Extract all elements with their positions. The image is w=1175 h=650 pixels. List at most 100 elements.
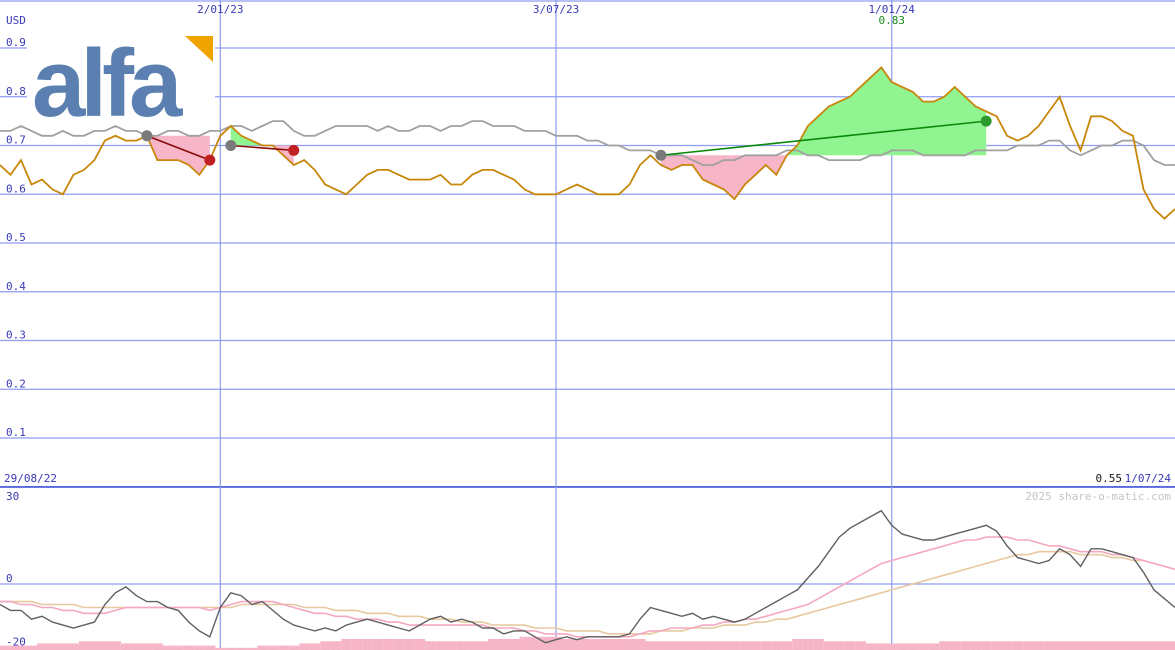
y-tick-label: 0.7 [6,134,26,147]
volume-bar [1096,641,1108,650]
volume-bar [718,641,730,650]
volume-bar [446,641,457,650]
volume-bar [1054,641,1066,650]
volume-bar [750,641,761,650]
volume-bar [120,643,132,650]
volume-bar [152,643,163,650]
volume-bar [603,639,614,650]
y-tick-label: 0.1 [6,426,26,439]
volume-bar [645,641,656,650]
volume-bar [1128,641,1139,650]
volume-bar [383,639,394,650]
y-tick-label: 0.3 [6,329,26,342]
volume-bar [676,641,688,650]
y-tick-label: 0.2 [6,377,26,390]
volume-bar [1159,641,1171,650]
volume-bar [351,639,363,650]
volume-bar [26,645,37,650]
trade-exit-marker [980,115,992,127]
volume-bar [509,639,520,650]
volume-bar [78,641,90,650]
volume-bar [960,641,971,650]
trade-entry-marker [225,140,237,151]
volume-bar [708,641,719,650]
currency-label: USD [6,14,26,27]
volume-bar [981,641,992,650]
chart-root: USD 29/08/22 1/07/24 0.55 0.83 2025 shar… [0,0,1175,650]
volume-bar [99,641,111,650]
end-date-label: 1/07/24 [1125,472,1172,485]
volume-bar [739,641,751,650]
volume-bar [781,641,793,650]
volume-bar [89,641,100,650]
volume-bar [760,641,772,650]
volume-bar [802,639,814,650]
volume-bar [257,645,268,650]
volume-bar [162,645,174,650]
volume-bar [488,639,499,650]
trade-exit-marker [288,144,300,156]
volume-bar [47,643,58,650]
volume-bar [1033,641,1045,650]
volume-bar [865,643,877,650]
start-date-label: 29/08/22 [4,472,57,485]
volume-bar [897,643,908,650]
oscillator-panel [0,509,1175,650]
volume-bar [467,641,478,650]
volume-bar [456,641,468,650]
volume-bar [1023,641,1034,650]
volume-bar [655,641,667,650]
volume-bar [813,639,824,650]
volume-bar [540,636,552,650]
volume-bar [1138,641,1150,650]
volume-bar [771,641,782,650]
osc-y-tick-label: 30 [6,490,19,503]
volume-bar [687,641,698,650]
volume-bar [320,641,331,650]
volume-bar [519,636,531,650]
volume-bar [666,641,677,650]
volume-bar [477,641,489,650]
x-tick-label: 1/01/24 [869,3,916,16]
volume-bar [330,641,342,650]
volume-bar [36,643,48,650]
volume-bar [1170,641,1175,650]
last-value-label: 0.55 [1096,472,1123,485]
volume-bar [876,643,887,650]
volume-bar [173,645,184,650]
osc-line-oscillator-average-slow [0,550,1175,635]
volume-bar [582,639,593,650]
volume-bar [131,643,142,650]
volume-bar [561,639,573,650]
watermark: 2025 share-o-matic.com [1025,490,1171,503]
volume-bar [1075,641,1087,650]
volume-bar [855,641,866,650]
volume-bar [404,639,415,650]
volume-bar [1107,641,1118,650]
volume-bar [1149,641,1160,650]
volume-bar [1117,641,1129,650]
volume-bar [267,645,279,650]
volume-bar [697,641,709,650]
volume-bar [425,641,436,650]
volume-bar [907,643,919,650]
logo-text: alfa [32,30,183,137]
volume-bar [194,645,205,650]
volume-bar [68,643,79,650]
volume-bar [278,645,289,650]
volume-bar [613,639,625,650]
volume-bar [928,643,940,650]
osc-y-tick-label: 0 [6,572,13,585]
volume-bar [624,639,635,650]
y-tick-label: 0.5 [6,231,26,244]
volume-bar [1044,641,1055,650]
volume-bar [1012,641,1024,650]
volume-bar [183,645,195,650]
volume-bar [57,643,69,650]
volume-bar [939,641,950,650]
volume-bar [592,639,604,650]
volume-bar [341,639,352,650]
volume-bar [792,639,803,650]
volume-bar [141,643,153,650]
y-tick-label: 0.6 [6,182,26,195]
